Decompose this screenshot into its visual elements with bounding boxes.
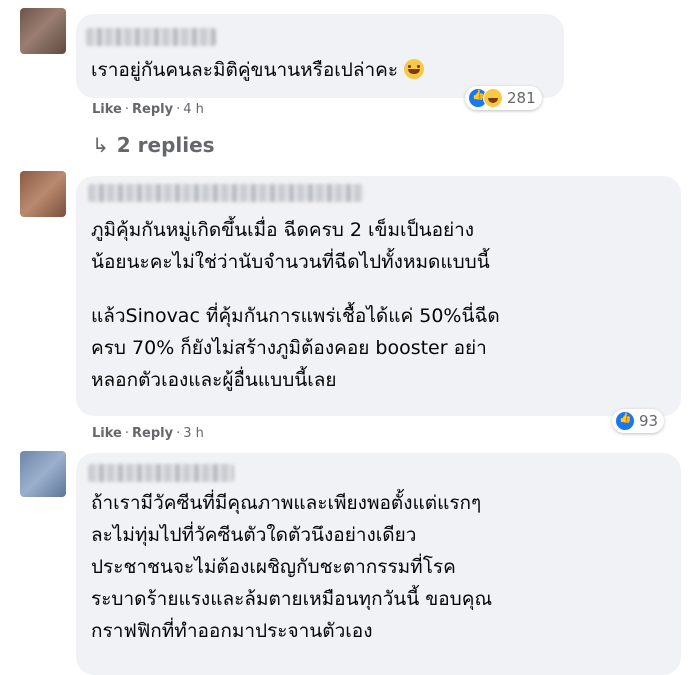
commenter-name-blurred[interactable] (86, 28, 216, 46)
separator-dot: · (176, 102, 181, 117)
comment-text: เราอยู่กันคนละมิติคู่ขนานหรือเปล่าคะ (91, 54, 425, 86)
reaction-count: 281 (507, 89, 536, 107)
separator-dot: · (124, 426, 129, 441)
comment-line: แล้วSinovac ที่คุ้มกันการแพร่เชื้อได้แค่… (91, 305, 500, 327)
separator-dot: · (124, 102, 129, 117)
reaction-summary[interactable]: 281 (465, 86, 542, 110)
like-icon (615, 411, 635, 431)
grinning-emoji-icon (404, 59, 425, 79)
comment-text-content: เราอยู่กันคนละมิติคู่ขนานหรือเปล่าคะ (91, 59, 399, 81)
reply-link[interactable]: Reply (132, 102, 173, 117)
commenter-name-blurred[interactable] (88, 184, 363, 202)
view-replies-link[interactable]: ↳ 2 replies (92, 133, 215, 157)
reply-link[interactable]: Reply (132, 426, 173, 441)
comment-text: ถ้าเรามีวัคซีนที่มีคุณภาพและเพียงพอตั้งแ… (91, 487, 492, 647)
reaction-count: 93 (639, 412, 659, 430)
commenter-name-blurred[interactable] (88, 464, 234, 482)
comment-actions: Like · Reply · 3 h (92, 426, 204, 441)
comment-line: หลอกตัวเองและผู้อื่นแบบนี้เลย (91, 369, 337, 391)
comment-line: ภูมิคุ้มกันหมู่เกิดขึ้นเมื่อ ฉีดครบ 2 เข… (91, 219, 475, 241)
comment-line: ครบ 70% ก็ยังไม่สร้างภูมิต้องคอย booster… (91, 337, 487, 359)
comment-timestamp[interactable]: 4 h (183, 102, 204, 117)
comment-line: ระบาดร้ายแรงและล้มตายเหมือนทุกวันนี้ ขอบ… (91, 588, 493, 610)
separator-dot: · (176, 426, 181, 441)
reply-arrow-icon: ↳ (92, 133, 109, 157)
comment-line: ละไม่ทุ่มไปที่วัคซีนตัวใดตัวนึงอย่างเดีย… (91, 524, 417, 546)
haha-icon (483, 88, 503, 108)
comment-line: ถ้าเรามีวัคซีนที่มีคุณภาพและเพียงพอตั้งแ… (91, 492, 482, 514)
like-link[interactable]: Like (92, 102, 122, 117)
comment-actions: Like · Reply · 4 h (92, 102, 204, 117)
comment-timestamp[interactable]: 3 h (183, 426, 204, 441)
commenter-avatar[interactable] (20, 8, 66, 54)
comment-paragraph: ภูมิคุ้มกันหมู่เกิดขึ้นเมื่อ ฉีดครบ 2 เข… (91, 214, 490, 278)
comment-line: ประชาชนจะไม่ต้องเผชิญกับชะตากรรมที่โรค (91, 556, 456, 578)
comment-line: กราฟฟิกที่ทำออกมาประจานตัวเอง (91, 620, 373, 642)
commenter-avatar[interactable] (20, 451, 66, 497)
comment-line: น้อยนะคะไม่ใช่ว่านับจำนวนที่ฉีดไปทั้งหมด… (91, 251, 490, 273)
replies-count-label: 2 replies (116, 133, 215, 157)
comment-paragraph: แล้วSinovac ที่คุ้มกันการแพร่เชื้อได้แค่… (91, 300, 500, 396)
reaction-summary[interactable]: 93 (612, 409, 665, 433)
commenter-avatar[interactable] (20, 171, 66, 217)
like-link[interactable]: Like (92, 426, 122, 441)
